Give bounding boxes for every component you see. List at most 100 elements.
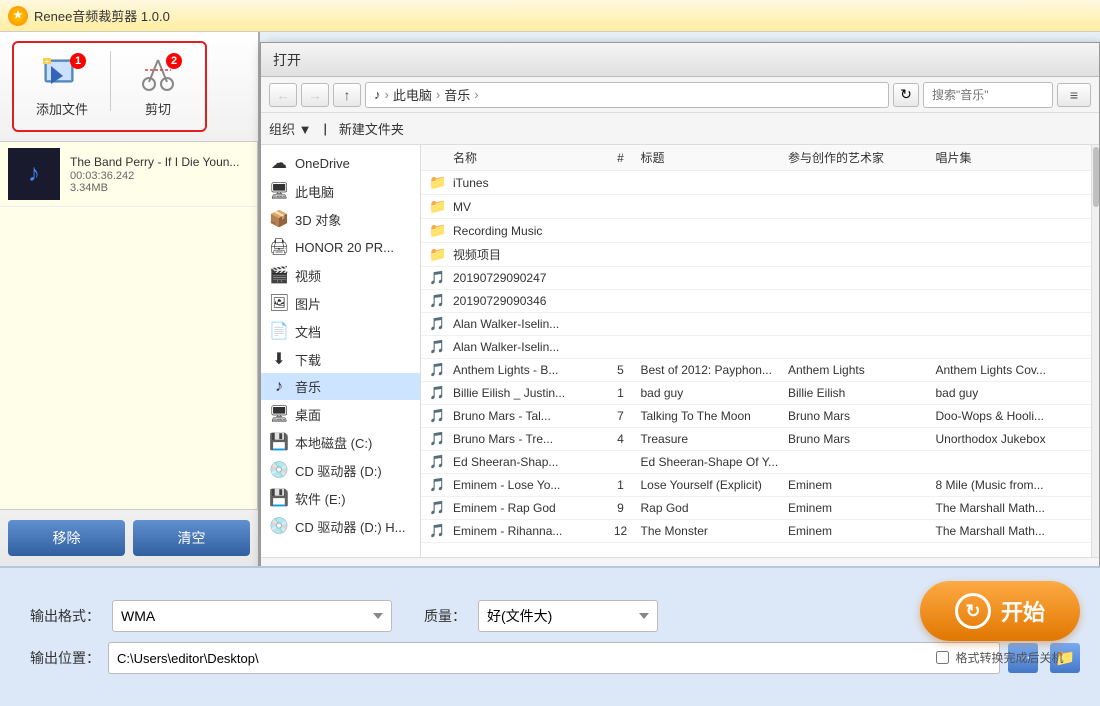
sidebar-item-图片[interactable]: 🖼 图片 (261, 289, 420, 317)
file-row-num: 4 (601, 432, 641, 446)
forward-button[interactable]: → (301, 83, 329, 107)
dialog-sidebar: ☁OneDrive 🖥 此电脑 📦3D 对象🖨HONOR 20 PR...🎬视频 🖼 图片… (261, 145, 421, 557)
scroll-indicator[interactable] (1091, 145, 1099, 557)
file-row-album: 8 Mile (Music from... (936, 478, 1084, 492)
organize-separator: | (323, 121, 326, 136)
file-row[interactable]: 🎵 Anthem Lights - B... 5 Best of 2012: P… (421, 359, 1091, 382)
sidebar-item-onedrive[interactable]: ☁OneDrive (261, 149, 420, 177)
file-row[interactable]: 🎵 Billie Eilish _ Justin... 1 bad guy Bi… (421, 382, 1091, 405)
file-row[interactable]: 🎵 20190729090346 (421, 290, 1091, 313)
sidebar-item-软件(e:)[interactable]: 💾软件 (E:) (261, 484, 420, 512)
output-path-input[interactable] (108, 642, 1000, 674)
start-button[interactable]: ↻ 开始 (920, 581, 1080, 641)
refresh-button[interactable]: ↻ (893, 83, 919, 107)
sidebar-icon: 🖥 (269, 181, 289, 201)
file-row-name: Alan Walker-Iselin... (453, 317, 601, 331)
sidebar-icon: 🖥 (269, 404, 289, 424)
file-row[interactable]: 🎵 Eminem - Lose Yo... 1 Lose Yourself (E… (421, 474, 1091, 497)
sidebar-label: 音乐 (295, 377, 321, 396)
file-row[interactable]: 🎵 Bruno Mars - Tal... 7 Talking To The M… (421, 405, 1091, 428)
app-bottom: 输出格式： WMA 质量： 好(文件大) 输出位置： ··· 📁 ↻ 开始 (0, 566, 1100, 706)
sidebar-item-cd驱动器(d:)[interactable]: 💿CD 驱动器 (D:) (261, 456, 420, 484)
shutdown-check: 格式转换完成后关机 (936, 649, 1063, 666)
file-row-album: Unorthodox Jukebox (936, 432, 1084, 446)
file-row-name: 视频项目 (453, 246, 601, 263)
col-name[interactable]: 名称 (453, 149, 601, 166)
file-row-title: Best of 2012: Payphon... (641, 363, 789, 377)
file-row[interactable]: 🎵 Eminem - Rihanna... 12 The Monster Emi… (421, 520, 1091, 543)
path-computer: 此电脑 (393, 85, 432, 104)
file-row-num: 1 (601, 478, 641, 492)
add-file-number: 1 (70, 53, 86, 69)
file-row-name: 20190729090247 (453, 271, 601, 285)
back-button[interactable]: ← (269, 83, 297, 107)
shutdown-label: 格式转换完成后关机 (955, 649, 1063, 666)
sidebar-item-此电脑[interactable]: 🖥 此电脑 (261, 177, 420, 205)
add-file-button[interactable]: + 1 添加文件 (26, 51, 98, 122)
file-row[interactable]: 🎵 Alan Walker-Iselin... (421, 336, 1091, 359)
file-row-icon: 🎵 (429, 339, 449, 355)
file-row-num: 12 (601, 524, 641, 538)
file-row-title: Rap God (641, 501, 789, 515)
organize-button[interactable]: 组织 ▼ (269, 119, 311, 138)
up-button[interactable]: ↑ (333, 83, 361, 107)
file-size: 3.34MB (70, 182, 249, 194)
file-row[interactable]: 🎵 20190729090247 (421, 267, 1091, 290)
quality-label: 质量： (424, 606, 466, 626)
file-duration: 00:03:36.242 (70, 170, 249, 182)
col-album[interactable]: 唱片集 (936, 149, 1084, 166)
col-artist[interactable]: 参与创作的艺术家 (788, 149, 936, 166)
file-name: The Band Perry - If I Die Youn... (70, 154, 249, 171)
music-icon: ♪ (28, 160, 40, 188)
sidebar-item-3d对象[interactable]: 📦3D 对象 (261, 205, 420, 233)
app-title: Renee音频裁剪器 1.0.0 (34, 6, 170, 25)
file-row[interactable]: 🎵 Eminem - Rap God 9 Rap God Eminem The … (421, 497, 1091, 520)
file-row[interactable]: 🎵 Bruno Mars - Tre... 4 Treasure Bruno M… (421, 428, 1091, 451)
start-icon: ↻ (955, 593, 991, 629)
quality-select[interactable]: 好(文件大) (478, 600, 658, 632)
file-row-num: 1 (601, 386, 641, 400)
file-row-name: Eminem - Lose Yo... (453, 478, 601, 492)
file-thumbnail: ♪ (8, 148, 60, 200)
file-row-icon: 📁 (429, 246, 449, 263)
file-row[interactable]: 📁 Recording Music (421, 219, 1091, 243)
sidebar-item-cd驱动器(d:)h...[interactable]: 💿CD 驱动器 (D:) H... (261, 512, 420, 540)
sidebar-item-桌面[interactable]: 🖥桌面 (261, 400, 420, 428)
sidebar-label: 图片 (295, 294, 321, 313)
file-row-name: MV (453, 200, 601, 214)
search-input[interactable] (923, 82, 1053, 108)
sidebar-label: 此电脑 (295, 182, 334, 201)
file-row[interactable]: 📁 MV (421, 195, 1091, 219)
cut-button[interactable]: 2 剪切 (123, 51, 193, 122)
view-options-button[interactable]: ≡ (1057, 83, 1091, 107)
format-select[interactable]: WMA (112, 600, 392, 632)
new-folder-button[interactable]: 新建文件夹 (339, 119, 404, 138)
bottom-buttons: 移除 清空 (0, 509, 258, 566)
sidebar-icon: 🖼 (269, 293, 289, 313)
path-label: 输出位置： (20, 648, 100, 668)
file-row-name: Eminem - Rap God (453, 501, 601, 515)
file-item[interactable]: ♪ The Band Perry - If I Die Youn... 00:0… (0, 142, 257, 207)
file-row[interactable]: 📁 视频项目 (421, 243, 1091, 267)
sidebar-item-本地磁盘(c:)[interactable]: 💾本地磁盘 (C:) (261, 428, 420, 456)
file-row-num: 5 (601, 363, 641, 377)
remove-button[interactable]: 移除 (8, 520, 125, 556)
sidebar-item-下载[interactable]: ⬇下载 (261, 345, 420, 373)
sidebar-item-视频[interactable]: 🎬视频 (261, 261, 420, 289)
file-row-title: Lose Yourself (Explicit) (641, 478, 789, 492)
file-row[interactable]: 🎵 Alan Walker-Iselin... (421, 313, 1091, 336)
sidebar-item-文档[interactable]: 📄文档 (261, 317, 420, 345)
sidebar-label: 3D 对象 (295, 210, 341, 229)
file-row[interactable]: 🎵 Ed Sheeran-Shap... Ed Sheeran-Shape Of… (421, 451, 1091, 474)
sidebar-icon: 💿 (269, 516, 289, 536)
file-row-album: The Marshall Math... (936, 524, 1084, 538)
file-row-title: Talking To The Moon (641, 409, 789, 423)
sidebar-item-音乐[interactable]: ♪音乐 (261, 373, 420, 400)
sidebar-item-honor20pr...[interactable]: 🖨HONOR 20 PR... (261, 233, 420, 261)
shutdown-checkbox[interactable] (936, 651, 949, 664)
col-title[interactable]: 标题 (641, 149, 789, 166)
clear-button[interactable]: 清空 (133, 520, 250, 556)
col-number[interactable]: # (601, 151, 641, 165)
file-row[interactable]: 📁 iTunes (421, 171, 1091, 195)
file-row-name: 20190729090346 (453, 294, 601, 308)
